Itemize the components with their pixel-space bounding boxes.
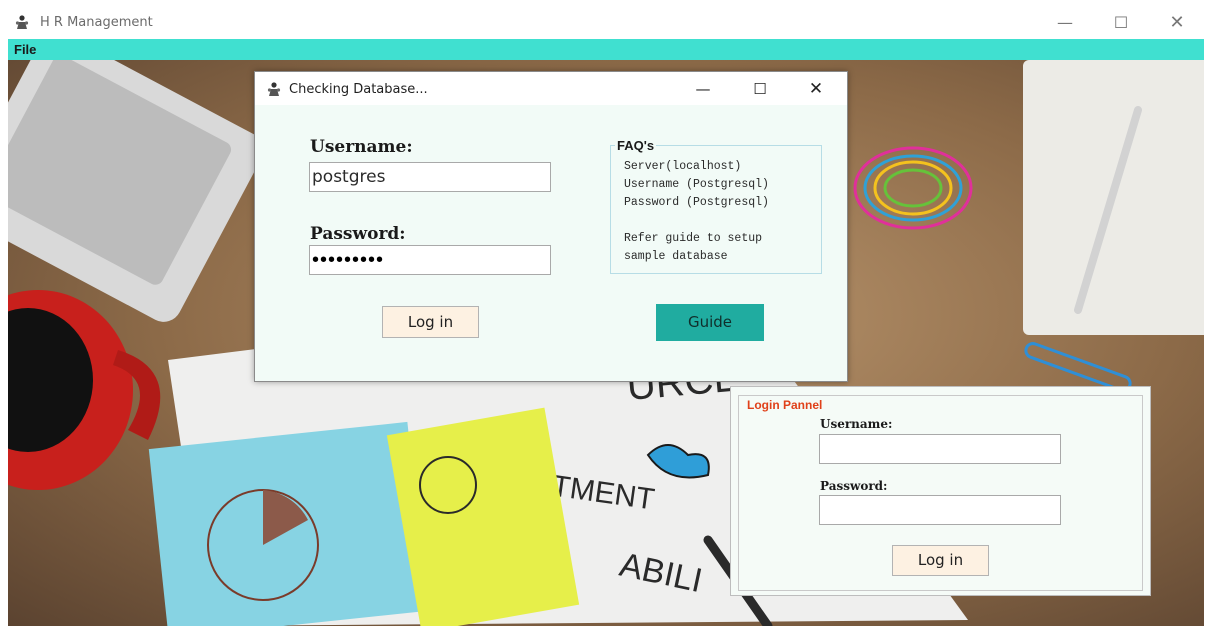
login-panel: Login Pannel Username: Password: Log in bbox=[730, 386, 1151, 596]
username-input[interactable] bbox=[309, 162, 551, 192]
maximize-button[interactable]: ☐ bbox=[1098, 11, 1144, 35]
guide-button[interactable]: Guide bbox=[656, 304, 764, 341]
app-icon bbox=[267, 82, 281, 96]
calculator-illustration bbox=[8, 60, 264, 322]
menu-bar: File bbox=[8, 39, 1204, 60]
password-input[interactable] bbox=[309, 245, 551, 275]
login-panel-title: Login Pannel bbox=[745, 398, 825, 412]
database-dialog: Checking Database... — ☐ ✕ Username: Pas… bbox=[254, 71, 848, 382]
login-button[interactable]: Log in bbox=[382, 306, 479, 338]
dialog-maximize-button[interactable]: ☐ bbox=[740, 78, 780, 100]
minimize-button[interactable]: — bbox=[1042, 11, 1088, 35]
faq-line: Refer guide to setup bbox=[624, 232, 763, 245]
faq-line: Username (Postgresql) bbox=[624, 178, 769, 191]
faq-box: FAQ's Server(localhost) Username (Postgr… bbox=[610, 138, 822, 274]
title-bar: H R Management — ☐ ✕ bbox=[8, 6, 1204, 39]
dialog-close-button[interactable]: ✕ bbox=[796, 78, 836, 100]
panel-username-input[interactable] bbox=[819, 434, 1061, 464]
dialog-title: Checking Database... bbox=[289, 82, 428, 97]
password-label: Password: bbox=[310, 224, 406, 244]
red-mug-illustration bbox=[8, 290, 161, 490]
dialog-title-bar: Checking Database... — ☐ ✕ bbox=[255, 72, 847, 105]
panel-username-label: Username: bbox=[820, 417, 893, 431]
dialog-minimize-button[interactable]: — bbox=[683, 78, 723, 100]
faq-title: FAQ's bbox=[615, 138, 657, 153]
panel-password-label: Password: bbox=[820, 479, 888, 493]
faq-line: sample database bbox=[624, 250, 728, 263]
username-label: Username: bbox=[310, 137, 413, 157]
panel-login-button[interactable]: Log in bbox=[892, 545, 989, 576]
menu-file[interactable]: File bbox=[14, 42, 36, 57]
faq-line: Password (Postgresql) bbox=[624, 196, 769, 209]
app-icon bbox=[15, 15, 29, 29]
window-title: H R Management bbox=[40, 15, 153, 30]
panel-password-input[interactable] bbox=[819, 495, 1061, 525]
close-button[interactable]: ✕ bbox=[1154, 11, 1200, 35]
faq-line: Server(localhost) bbox=[624, 160, 742, 173]
rubber-bands-illustration bbox=[853, 146, 973, 230]
